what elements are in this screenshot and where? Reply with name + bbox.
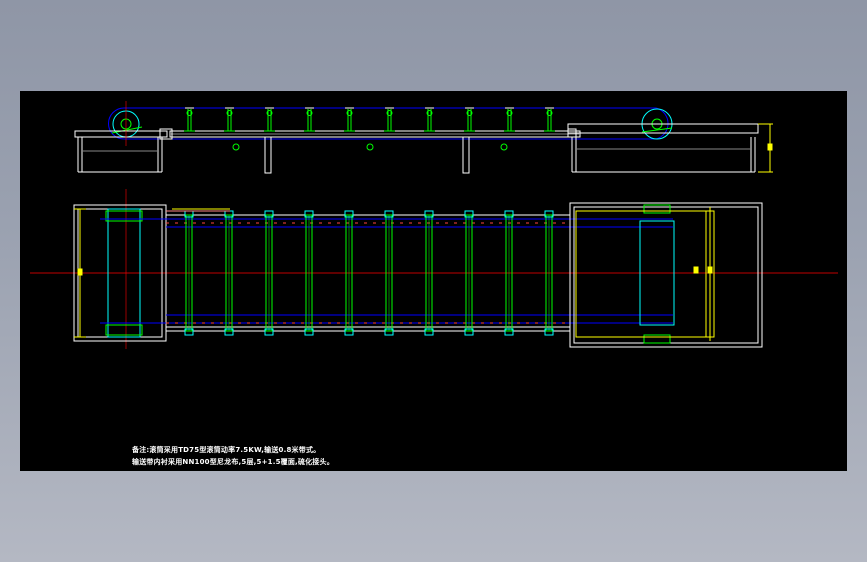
idler-roller-plan: [464, 210, 474, 336]
cad-viewport[interactable]: 备注:滚筒采用TD75型滚筒动率7.5KW,输送0.8米带式。 输送带内衬采用N…: [20, 91, 847, 471]
carrying-idler-stand: [384, 107, 395, 132]
side-frame: [74, 123, 759, 174]
carrying-idler-stand: [224, 107, 235, 132]
carrying-idler-stand: [544, 107, 555, 132]
head-frame-plan: [569, 202, 763, 348]
conveyor-drawing: [30, 101, 838, 349]
idler-roller-plan: [344, 210, 354, 336]
idler-roller-plan: [264, 210, 274, 336]
idler-roller-plan: [304, 210, 314, 336]
idler-roller-plan: [504, 210, 514, 336]
carrying-idlers: [184, 107, 555, 132]
idler-roller-plan: [224, 210, 234, 336]
carrying-idler-stand: [464, 107, 475, 132]
idler-roller-plan: [424, 210, 434, 336]
height-dimension: [758, 123, 773, 173]
idler-roller-plan: [184, 210, 194, 336]
carrying-idler-stand: [184, 107, 195, 132]
carrying-idler-stand: [304, 107, 315, 132]
tail-pulley: [111, 110, 143, 138]
carrying-idler-stand: [504, 107, 515, 132]
idler-roller-plan: [544, 210, 554, 336]
note-line-2: 输送带内衬采用NN100型尼龙布,5层,5+1.5覆面,硫化接头。: [132, 458, 334, 466]
side-elevation-view: [74, 101, 773, 174]
plan-view: [30, 189, 838, 349]
note-line-1: 备注:滚筒采用TD75型滚筒动率7.5KW,输送0.8米带式。: [132, 446, 321, 454]
carrying-idler-stand: [264, 107, 275, 132]
idler-roller-plan: [384, 210, 394, 336]
return-idlers: [232, 143, 508, 151]
carrying-idler-stand: [424, 107, 435, 132]
carrying-idler-stand: [344, 107, 355, 132]
